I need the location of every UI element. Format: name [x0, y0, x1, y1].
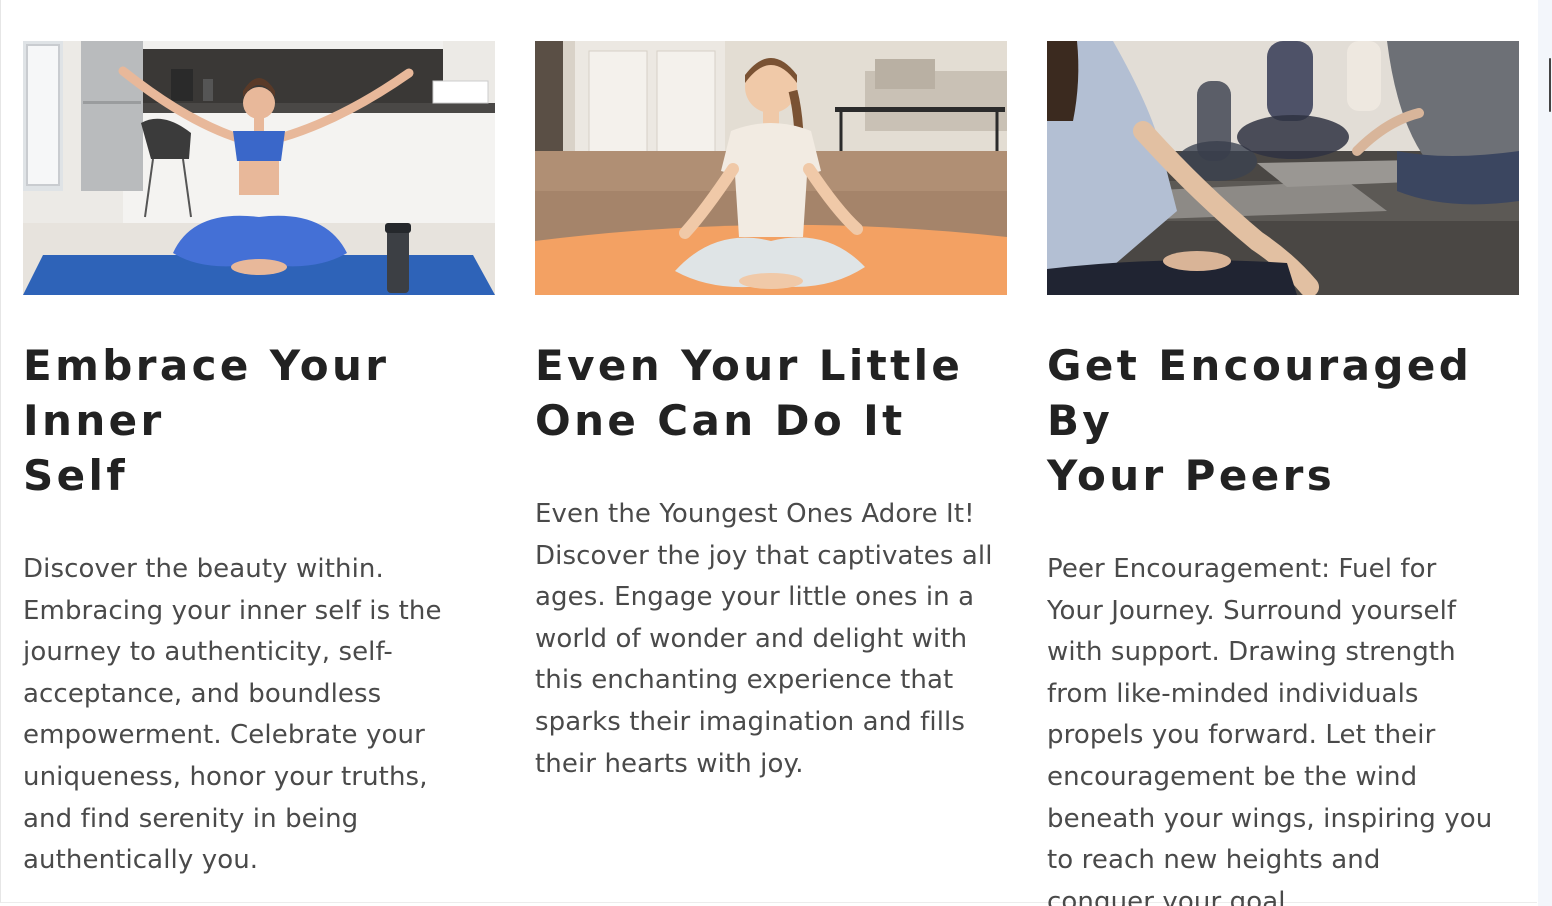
card-description-line: Discover the joy that captivates all: [535, 540, 993, 571]
card-description-line: with support. Drawing strength: [1047, 637, 1456, 668]
card-title-line: Embrace Your Inner: [23, 341, 390, 445]
card-description-line: world of wonder and delight with: [535, 623, 968, 654]
scrollbar-track[interactable]: [1538, 0, 1552, 906]
card-description-line: conquer your goal: [1047, 886, 1286, 906]
card-description-line: Your Journey. Surround yourself: [1047, 595, 1457, 626]
card-description-line: from like-minded individuals: [1047, 678, 1419, 709]
card-title-line: Self: [23, 451, 129, 500]
feature-card-little-one: Even Your Little One Can Do It Even the …: [535, 41, 1007, 785]
card-description-line: and find serenity in being: [23, 803, 359, 834]
card-description: Even the Youngest Ones Adore It! Discove…: [535, 494, 1007, 785]
scrollbar-thumb[interactable]: [1549, 58, 1551, 112]
feature-card-peers: Get Encouraged By Your Peers Peer Encour…: [1047, 41, 1519, 906]
card-title-line: One Can Do It: [535, 396, 906, 445]
group-meditation-photo: [1047, 41, 1519, 295]
card-title-line: Get Encouraged By: [1047, 341, 1473, 445]
card-description-line: their hearts with joy.: [535, 748, 804, 779]
card-title: Embrace Your Inner Self: [23, 338, 495, 503]
card-description-line: encouragement be the wind: [1047, 761, 1418, 792]
card-description-line: ages. Engage your little ones in a: [535, 582, 975, 613]
feature-section: Embrace Your Inner Self Discover the bea…: [0, 0, 1537, 906]
card-description-line: empowerment. Celebrate your: [23, 720, 425, 751]
card-description-line: journey to authenticity, self-: [23, 637, 393, 668]
card-title-line: Even Your Little: [535, 341, 964, 390]
feature-card-inner-self: Embrace Your Inner Self Discover the bea…: [23, 41, 495, 882]
card-description-line: propels you forward. Let their: [1047, 720, 1436, 751]
card-description-line: beneath your wings, inspiring you: [1047, 803, 1493, 834]
card-description-line: Even the Youngest Ones Adore It!: [535, 499, 975, 529]
card-description-line: Peer Encouragement: Fuel for: [1047, 554, 1437, 584]
card-title: Get Encouraged By Your Peers: [1047, 338, 1519, 503]
card-description-line: to reach new heights and: [1047, 845, 1381, 876]
girl-meditating-photo: [535, 41, 1007, 295]
card-description-line: authentically you.: [23, 845, 259, 876]
card-description-line: sparks their imagination and fills: [535, 706, 966, 737]
card-description-line: uniqueness, honor your truths,: [23, 761, 428, 792]
card-title: Even Your Little One Can Do It: [535, 338, 1007, 448]
woman-meditating-photo: [23, 41, 495, 295]
card-description: Discover the beauty within. Embracing yo…: [23, 549, 495, 882]
card-description-line: acceptance, and boundless: [23, 678, 382, 709]
card-description-line: Embracing your inner self is the: [23, 595, 442, 626]
card-description-line: Discover the beauty within.: [23, 554, 384, 584]
card-description: Peer Encouragement: Fuel for Your Journe…: [1047, 549, 1519, 906]
card-description-line: this enchanting experience that: [535, 665, 954, 696]
card-title-line: Your Peers: [1047, 451, 1336, 500]
